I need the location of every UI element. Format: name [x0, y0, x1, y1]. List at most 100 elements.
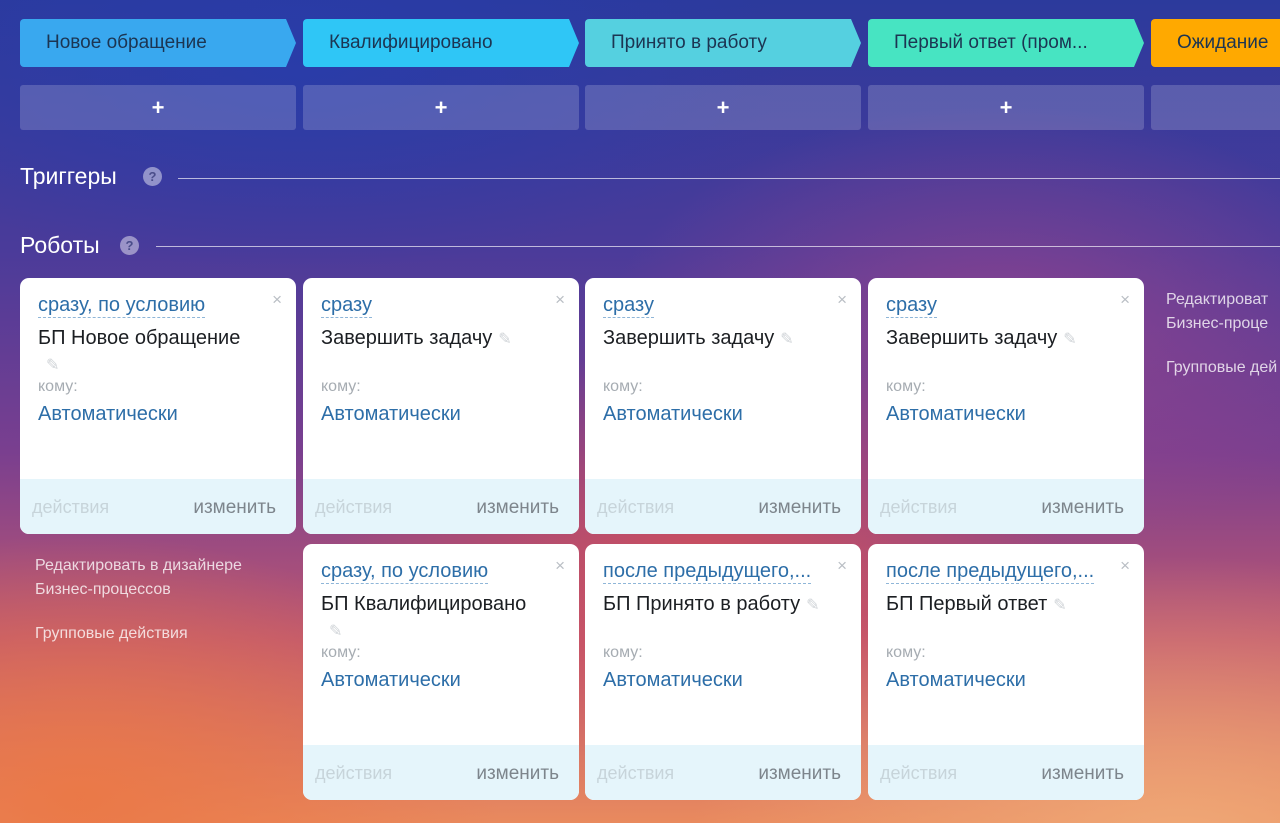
plus-icon: +	[999, 94, 1013, 120]
stage-label: Ожидание	[1177, 32, 1269, 53]
pencil-icon[interactable]: ✎	[498, 331, 511, 348]
edit-in-designer-line2: Бизнес-процессов	[35, 581, 171, 598]
robot-action-label: Завершить задачу	[886, 327, 1058, 349]
edit-link[interactable]: изменить	[758, 497, 841, 519]
close-icon[interactable]: ×	[837, 290, 847, 310]
robot-action-label: Завершить задачу	[321, 327, 493, 349]
robot-card[interactable]: сразу, по условию × БП Квалифицировано ✎…	[303, 544, 579, 800]
pencil-icon[interactable]: ✎	[1063, 331, 1076, 348]
actions-link[interactable]: действия	[315, 763, 392, 784]
robot-card[interactable]: после предыдущего,... × БП Принято в раб…	[585, 544, 861, 800]
robot-action: БП Новое обращение ✎	[38, 325, 280, 379]
group-actions-link[interactable]: Групповые дей	[1166, 356, 1277, 380]
assignee-link[interactable]: Автоматически	[603, 403, 743, 426]
robot-condition-link[interactable]: сразу, по условию	[321, 559, 489, 584]
edit-in-designer-line1: Редактироват	[1166, 291, 1269, 308]
edit-in-designer-link[interactable]: Редактироват Бизнес-проце	[1166, 288, 1268, 336]
edit-link[interactable]: изменить	[758, 763, 841, 785]
pencil-icon[interactable]: ✎	[780, 331, 793, 348]
pencil-icon[interactable]: ✎	[329, 623, 342, 640]
add-trigger-button[interactable]	[1151, 85, 1280, 130]
close-icon[interactable]: ×	[272, 290, 282, 310]
edit-link[interactable]: изменить	[476, 763, 559, 785]
robot-action-label: БП Принято в работу	[603, 593, 801, 615]
robot-action: БП Первый ответ ✎	[886, 591, 1128, 619]
edit-link[interactable]: изменить	[1041, 763, 1124, 785]
help-icon[interactable]: ?	[120, 236, 139, 255]
robot-action-label: БП Квалифицировано	[321, 593, 527, 615]
edit-link[interactable]: изменить	[1041, 497, 1124, 519]
robot-card[interactable]: сразу × Завершить задачу ✎ кому: Автомати…	[585, 278, 861, 534]
close-icon[interactable]: ×	[837, 556, 847, 576]
assignee-label: кому:	[886, 644, 926, 661]
robot-condition-link[interactable]: сразу	[603, 293, 654, 318]
help-icon[interactable]: ?	[143, 167, 162, 186]
edit-in-designer-line2: Бизнес-проце	[1166, 315, 1269, 332]
assignee-link[interactable]: Автоматически	[886, 669, 1026, 692]
robot-card[interactable]: сразу × Завершить задачу ✎ кому: Автомати…	[868, 278, 1144, 534]
plus-icon: +	[716, 94, 730, 120]
edit-link[interactable]: изменить	[193, 497, 276, 519]
plus-icon: +	[151, 94, 165, 120]
edit-link[interactable]: изменить	[476, 497, 559, 519]
card-footer: действия изменить	[868, 745, 1144, 800]
stage-new-request[interactable]: Новое обращение	[20, 19, 296, 67]
robot-condition-link[interactable]: сразу	[886, 293, 937, 318]
stage-in-progress[interactable]: Принято в работу	[585, 19, 861, 67]
add-trigger-button[interactable]: +	[20, 85, 296, 130]
robot-card[interactable]: после предыдущего,... × БП Первый ответ ✎…	[868, 544, 1144, 800]
stage-label: Квалифицировано	[329, 32, 493, 53]
pencil-icon[interactable]: ✎	[46, 357, 59, 374]
assignee-link[interactable]: Автоматически	[886, 403, 1026, 426]
stage-waiting[interactable]: Ожидание	[1151, 19, 1280, 67]
pencil-icon[interactable]: ✎	[806, 597, 819, 614]
plus-icon: +	[434, 94, 448, 120]
robot-action-label: БП Первый ответ	[886, 593, 1048, 615]
robot-condition-link[interactable]: после предыдущего,...	[603, 559, 812, 584]
stage-qualified[interactable]: Квалифицировано	[303, 19, 579, 67]
assignee-link[interactable]: Автоматически	[603, 669, 743, 692]
assignee-label: кому:	[38, 378, 78, 395]
robots-title: Роботы	[20, 232, 100, 258]
robot-action-label: БП Новое обращение	[38, 327, 241, 349]
robot-action: Завершить задачу ✎	[321, 325, 563, 353]
actions-link[interactable]: действия	[597, 497, 674, 518]
robot-condition-link[interactable]: сразу	[321, 293, 372, 318]
assignee-link[interactable]: Автоматически	[321, 669, 461, 692]
assignee-label: кому:	[321, 644, 361, 661]
group-actions-link[interactable]: Групповые действия	[35, 622, 188, 646]
robot-action: БП Квалифицировано ✎	[321, 591, 563, 645]
edit-in-designer-link[interactable]: Редактировать в дизайнере Бизнес-процесс…	[35, 554, 242, 602]
actions-link[interactable]: действия	[315, 497, 392, 518]
actions-link[interactable]: действия	[597, 763, 674, 784]
actions-link[interactable]: действия	[880, 497, 957, 518]
close-icon[interactable]: ×	[555, 556, 565, 576]
assignee-link[interactable]: Автоматически	[321, 403, 461, 426]
robot-action-label: Завершить задачу	[603, 327, 775, 349]
close-icon[interactable]: ×	[555, 290, 565, 310]
robot-condition-link[interactable]: сразу, по условию	[38, 293, 206, 318]
robot-action: Завершить задачу ✎	[886, 325, 1128, 353]
robot-condition-link[interactable]: после предыдущего,...	[886, 559, 1095, 584]
stage-label: Принято в работу	[611, 32, 767, 53]
triggers-title: Триггеры	[20, 163, 117, 189]
assignee-link[interactable]: Автоматически	[38, 403, 178, 426]
robot-card[interactable]: сразу × Завершить задачу ✎ кому: Автомати…	[303, 278, 579, 534]
actions-link[interactable]: действия	[32, 497, 109, 518]
add-trigger-button[interactable]: +	[585, 85, 861, 130]
add-trigger-button[interactable]: +	[303, 85, 579, 130]
assignee-label: кому:	[603, 378, 643, 395]
pencil-icon[interactable]: ✎	[1053, 597, 1066, 614]
stage-first-response[interactable]: Первый ответ (пром...	[868, 19, 1144, 67]
robots-divider	[156, 246, 1280, 247]
close-icon[interactable]: ×	[1120, 290, 1130, 310]
card-footer: действия изменить	[585, 479, 861, 534]
stage-label: Новое обращение	[46, 32, 207, 53]
robot-card[interactable]: сразу, по условию × БП Новое обращение ✎…	[20, 278, 296, 534]
card-footer: действия изменить	[303, 745, 579, 800]
edit-in-designer-line1: Редактировать в дизайнере	[35, 557, 242, 574]
add-trigger-button[interactable]: +	[868, 85, 1144, 130]
actions-link[interactable]: действия	[880, 763, 957, 784]
stage-label: Первый ответ (пром...	[894, 32, 1088, 53]
close-icon[interactable]: ×	[1120, 556, 1130, 576]
